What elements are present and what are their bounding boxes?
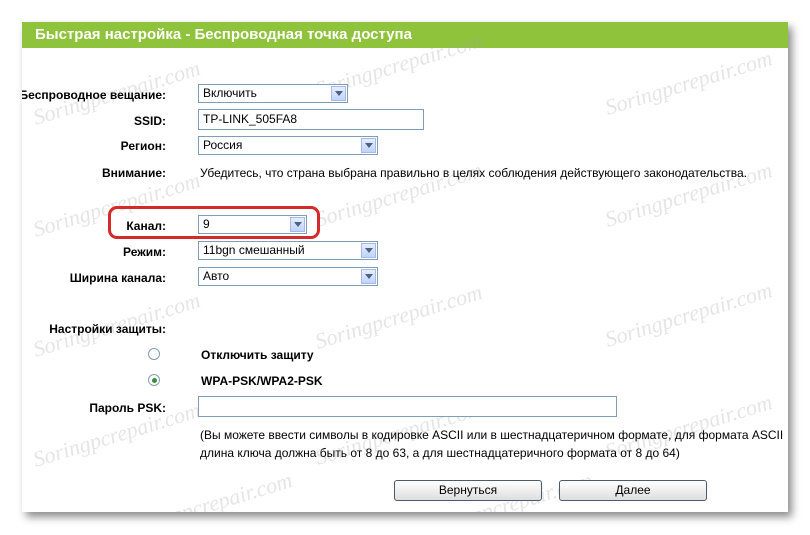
psk-hint-line1: (Вы можете ввести символы в кодировке AS… (200, 428, 784, 442)
broadcast-label: Беспроводное вещание: (22, 88, 166, 102)
ssid-label: SSID: (133, 114, 166, 128)
channel-width-label: Ширина канала: (69, 271, 166, 285)
chevron-down-icon[interactable] (361, 269, 376, 284)
dialog-frame: Быстрая настройка - Беспроводная точка д… (22, 22, 788, 512)
region-value: Россия (203, 138, 243, 152)
watermark: Soringpcrepair.com (121, 467, 296, 512)
chevron-down-icon[interactable] (361, 138, 376, 153)
psk-label: Пароль PSK: (89, 401, 166, 415)
disable-security-radio[interactable] (148, 348, 160, 360)
psk-hint-line2: длина ключа должна быть от 8 до 63, а дл… (200, 446, 680, 460)
watermark: Soringpcrepair.com (601, 45, 776, 120)
channel-highlight-box (108, 206, 320, 239)
mode-select[interactable]: 11bgn смешанный (198, 241, 378, 260)
watermark: Soringpcrepair.com (311, 279, 486, 354)
wpa-psk-label: WPA-PSK/WPA2-PSK (201, 374, 323, 388)
disable-security-label: Отключить защиту (201, 348, 314, 362)
security-label: Настройки защиты: (49, 322, 166, 336)
mode-value: 11bgn смешанный (203, 243, 305, 257)
channel-width-select[interactable]: Авто (198, 267, 378, 286)
warning-label: Внимание: (102, 166, 166, 180)
mode-label: Режим: (123, 245, 166, 259)
region-label: Регион: (120, 139, 166, 153)
ssid-input[interactable]: TP-LINK_505FA8 (198, 109, 424, 130)
chevron-down-icon[interactable] (331, 86, 346, 101)
wpa-psk-radio[interactable] (148, 374, 160, 386)
warning-text: Убедитесь, что страна выбрана правильно … (200, 166, 748, 180)
next-button[interactable]: Далее (559, 480, 707, 501)
region-select[interactable]: Россия (198, 136, 378, 155)
broadcast-value: Включить (203, 86, 257, 100)
chevron-down-icon[interactable] (361, 243, 376, 258)
channel-width-value: Авто (203, 269, 230, 283)
page-title: Быстрая настройка - Беспроводная точка д… (22, 22, 788, 48)
watermark: Soringpcrepair.com (601, 277, 776, 352)
broadcast-select[interactable]: Включить (198, 84, 348, 103)
back-button[interactable]: Вернуться (394, 480, 542, 501)
psk-password-input[interactable] (198, 396, 617, 417)
